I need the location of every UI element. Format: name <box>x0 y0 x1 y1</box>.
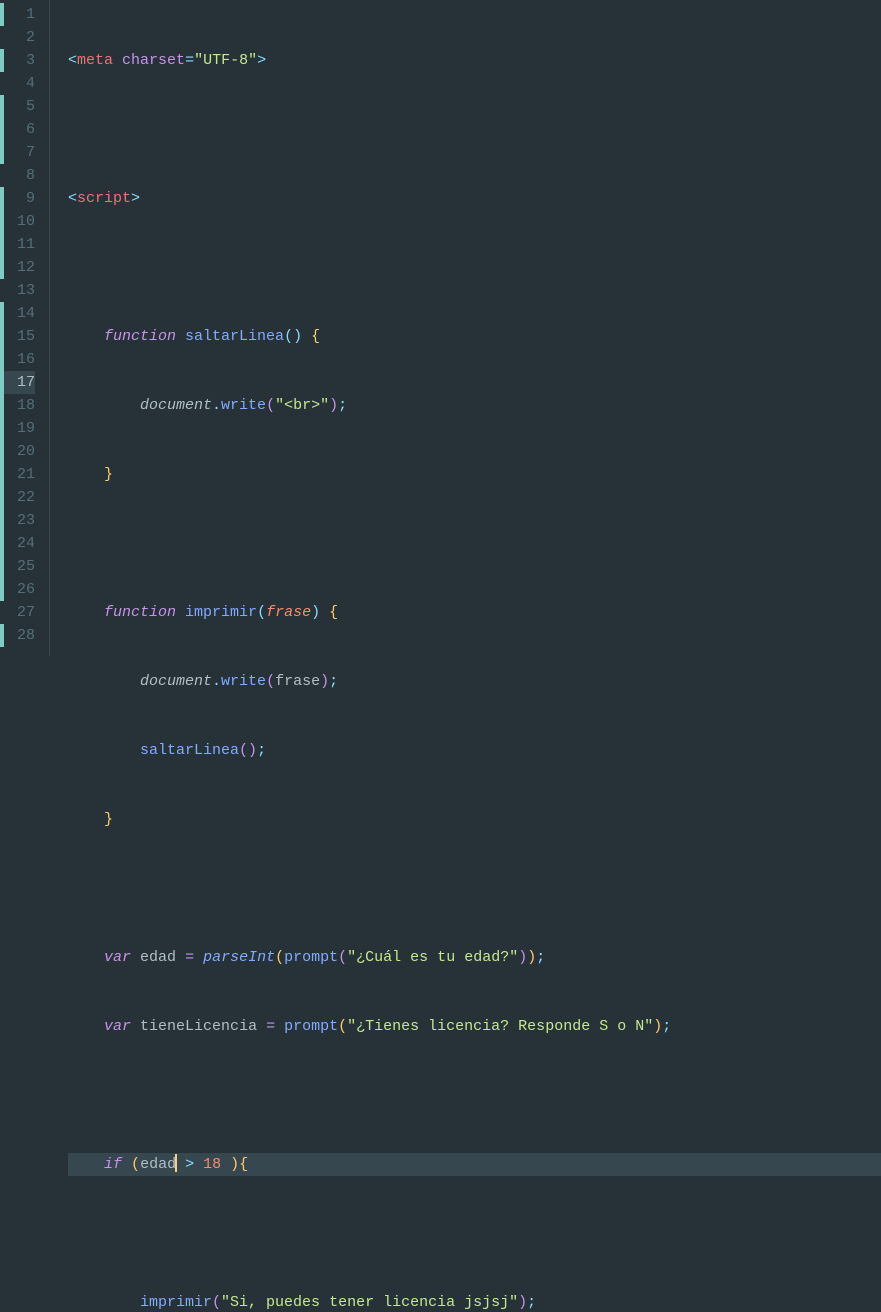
code-line[interactable] <box>68 1222 881 1245</box>
code-line[interactable]: } <box>68 808 881 831</box>
line-number: 20 <box>0 440 35 463</box>
line-number: 10 <box>0 210 35 233</box>
line-number: 9 <box>0 187 35 210</box>
line-number: 24 <box>0 532 35 555</box>
line-number: 19 <box>0 417 35 440</box>
line-number-gutter: 1234567891011121314151617181920212223242… <box>0 0 50 656</box>
code-line[interactable]: document.write("<br>"); <box>68 394 881 417</box>
line-number: 23 <box>0 509 35 532</box>
line-number: 7 <box>0 141 35 164</box>
code-line[interactable] <box>68 256 881 279</box>
code-line[interactable] <box>68 877 881 900</box>
line-number: 8 <box>0 164 35 187</box>
code-line-active[interactable]: if (edad > 18 ){ <box>68 1153 881 1176</box>
line-number: 13 <box>0 279 35 302</box>
line-number: 1 <box>0 3 35 26</box>
line-number: 25 <box>0 555 35 578</box>
code-area[interactable]: <meta charset="UTF-8"> <script> function… <box>50 0 881 656</box>
line-number: 22 <box>0 486 35 509</box>
code-line[interactable]: imprimir("Si, puedes tener licencia jsjs… <box>68 1291 881 1312</box>
line-number: 11 <box>0 233 35 256</box>
line-number: 6 <box>0 118 35 141</box>
code-line[interactable]: } <box>68 463 881 486</box>
code-line[interactable] <box>68 118 881 141</box>
line-number: 4 <box>0 72 35 95</box>
line-number: 14 <box>0 302 35 325</box>
code-line[interactable] <box>68 1084 881 1107</box>
code-line[interactable]: var tieneLicencia = prompt("¿Tienes lice… <box>68 1015 881 1038</box>
text-cursor <box>175 1154 177 1172</box>
code-line[interactable]: var edad = parseInt(prompt("¿Cuál es tu … <box>68 946 881 969</box>
line-number: 16 <box>0 348 35 371</box>
line-number: 3 <box>0 49 35 72</box>
line-number: 27 <box>0 601 35 624</box>
code-line[interactable]: function saltarLinea() { <box>68 325 881 348</box>
code-line[interactable]: document.write(frase); <box>68 670 881 693</box>
line-number: 2 <box>0 26 35 49</box>
code-line[interactable]: function imprimir(frase) { <box>68 601 881 624</box>
code-line[interactable]: <script> <box>68 187 881 210</box>
code-line[interactable]: saltarLinea(); <box>68 739 881 762</box>
line-number: 18 <box>0 394 35 417</box>
code-line[interactable]: <meta charset="UTF-8"> <box>68 49 881 72</box>
line-number: 15 <box>0 325 35 348</box>
line-number: 26 <box>0 578 35 601</box>
line-number: 28 <box>0 624 35 647</box>
line-number: 17 <box>0 371 35 394</box>
line-number: 21 <box>0 463 35 486</box>
line-number: 5 <box>0 95 35 118</box>
code-line[interactable] <box>68 532 881 555</box>
line-number: 12 <box>0 256 35 279</box>
code-editor[interactable]: 1234567891011121314151617181920212223242… <box>0 0 881 656</box>
